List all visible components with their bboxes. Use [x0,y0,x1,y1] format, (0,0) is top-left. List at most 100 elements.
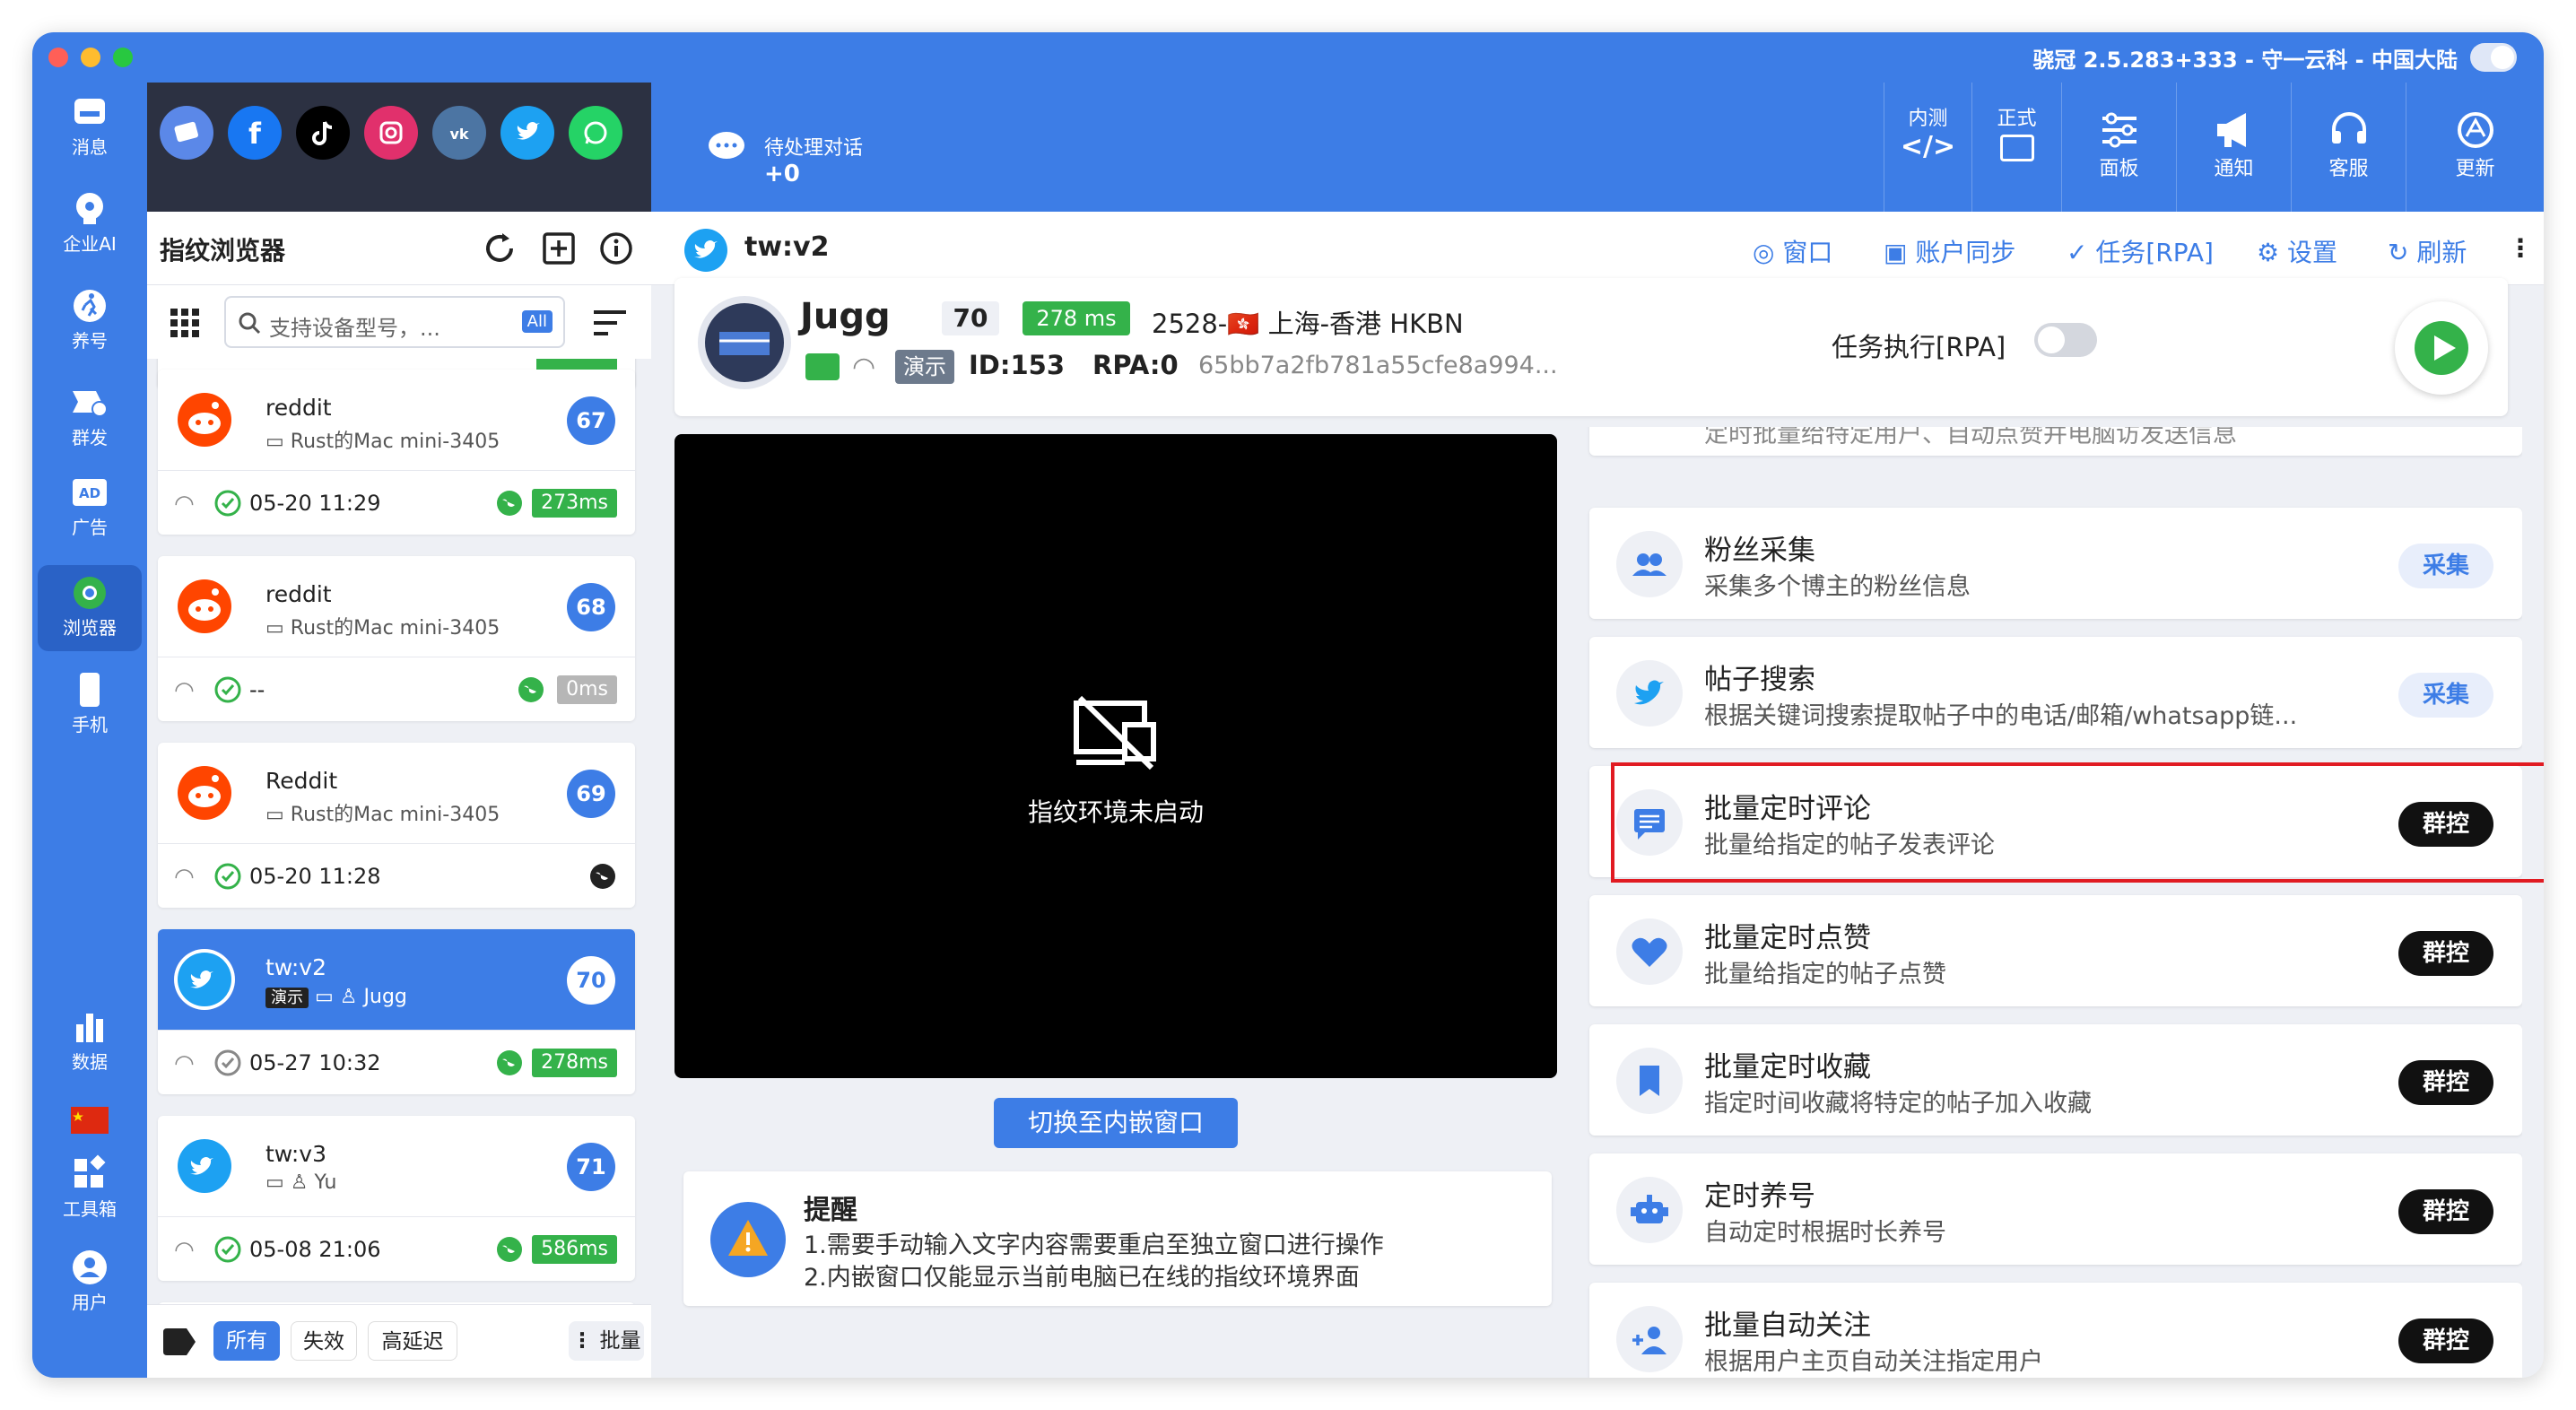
wifi-icon: ◠ [174,1050,195,1077]
facebook-icon[interactable]: f [228,106,282,160]
refresh-link[interactable]: ↻ 刷新 [2388,233,2467,269]
maximize-window-button[interactable] [113,48,133,67]
feature-action-button[interactable]: 采集 [2398,673,2493,718]
code-icon: </> [1900,131,1956,162]
filter-invalid-button[interactable]: 失效 [291,1321,357,1361]
profile-name: reddit [265,395,332,421]
refresh-icon[interactable] [481,230,518,267]
feature-action-button[interactable]: 群控 [2398,1189,2493,1234]
more-vertical-icon: ⋮ [571,1329,600,1353]
profile-card-item[interactable]: reddit ▭ Rust的Mac mini-3405 68 ◠ -- 0ms [158,556,635,721]
feature-item-bookmark[interactable]: 批量定时收藏 指定时间收藏将特定的帖子加入收藏 群控 [1589,1024,2522,1136]
window-link[interactable]: ◎ 窗口 [1753,233,1832,269]
sort-icon[interactable] [592,309,628,341]
nav-item-browser[interactable]: 浏览器 [38,565,142,651]
multi-app-icon[interactable] [160,106,213,160]
rpa-task-link[interactable]: ✓ 任务[RPA] [2067,233,2214,269]
feature-title: 批量自动关注 [1704,1310,1871,1342]
feature-action-button[interactable]: 群控 [2398,931,2493,976]
feature-action-button[interactable]: 群控 [2398,1060,2493,1105]
panel-button[interactable]: 面板 [2061,83,2176,212]
profile-card-item[interactable]: tw:v3 ▭ ♙ Yu 71 ◠ 05-08 21:06 586ms [158,1116,635,1281]
switch-embedded-button[interactable]: 切换至内嵌窗口 [994,1098,1238,1148]
profile-id: ID:153 [969,350,1065,380]
more-vertical-icon[interactable]: ⋮ [2508,233,2533,263]
nav-item-phone[interactable]: 手机 [38,662,142,748]
heart-icon [1616,918,1683,985]
account-sync-link[interactable]: ▣ 账户同步 [1884,233,2015,269]
nav-item-data[interactable]: 数据 [38,999,142,1085]
wifi-icon: ◠ [174,491,195,518]
profile-card-item[interactable]: tw:v2 演示 ▭ ♙ Jugg 70 ◠ 05-27 10:32 278ms [158,929,635,1094]
laptop-icon: ▭ [315,986,334,1008]
warning-icon [710,1202,786,1281]
label-tag-icon[interactable] [161,1327,197,1361]
search-input[interactable]: 支持设备型号，... All [224,296,565,348]
support-button[interactable]: 客服 [2291,83,2406,212]
grid-view-icon[interactable] [169,307,201,343]
feature-item-robot[interactable]: 定时养号 自动定时根据时长养号 群控 [1589,1153,2522,1265]
update-icon [2453,108,2498,152]
twitter-icon[interactable] [500,106,554,160]
start-button[interactable] [2395,301,2488,395]
nav-item-toolbox[interactable]: 工具箱 [38,1146,142,1232]
batch-button[interactable]: ⋮ 批量 [569,1321,644,1361]
whatsapp-icon[interactable] [569,106,622,160]
close-window-button[interactable] [48,48,68,67]
notify-button[interactable]: 通知 [2176,83,2291,212]
svg-text:f: f [248,117,262,149]
profile-device: ▭ ♙ Yu [265,1171,336,1194]
search-scope-badge[interactable]: All [521,310,553,333]
filter-all-button[interactable]: 所有 [213,1321,280,1361]
feature-action-button[interactable]: 采集 [2398,544,2493,588]
nav-item-region[interactable] [38,1092,142,1146]
latency-badge: 278 ms [1023,301,1130,335]
nav-item-nurture[interactable]: 养号 [38,278,142,364]
tiktok-icon[interactable] [296,106,350,160]
card-header: reddit ▭ Rust的Mac mini-3405 67 [158,370,635,470]
theme-toggle[interactable] [2470,43,2517,72]
release-button[interactable]: 正式 [1971,83,2061,212]
nav-label: 数据 [72,1051,108,1073]
beta-button[interactable]: 内测 </> [1884,83,1971,212]
wifi-icon: ◠ [174,677,195,704]
screen-message: 指纹环境未启动 [1027,797,1204,827]
nav-item-ads[interactable]: AD 广告 [38,465,142,551]
feature-item-users[interactable]: 粉丝采集 采集多个博主的粉丝信息 采集 [1589,508,2522,619]
globe-icon [517,675,545,704]
headset-icon [2327,108,2371,152]
feature-item-add-user[interactable]: 批量自动关注 根据用户主页自动关注指定用户 群控 [1589,1283,2522,1378]
card-footer: ◠ 05-20 11:29 273ms [158,470,635,535]
minimize-window-button[interactable] [81,48,100,67]
latency-badge: 586ms [532,1235,617,1264]
rpa-execution-toggle[interactable] [2034,323,2097,357]
nav-item-broadcast[interactable]: 群发 [38,375,142,461]
feature-action-button[interactable]: 群控 [2398,1319,2493,1363]
left-nav: 消息 企业AI 养号 群发 AD 广告 浏览器 手机 数据 工具箱 用户 [32,83,147,1378]
last-active-date: 05-20 11:28 [249,864,381,889]
settings-link[interactable]: ⚙ 设置 [2257,233,2337,269]
profile-card-item[interactable]: reddit ▭ Rust的Mac mini-3405 67 ◠ 05-20 1… [158,370,635,535]
feature-item[interactable]: 定时批量给特定用户、自动点赞并电脑访发送信息 [1589,427,2522,456]
card-footer: ◠ 05-27 10:32 278ms [158,1030,635,1094]
robot-icon [1616,1177,1683,1243]
feature-item-heart[interactable]: 批量定时点赞 批量给指定的帖子点赞 群控 [1589,895,2522,1006]
filter-latency-button[interactable]: 高延迟 [368,1321,457,1361]
globe-icon [495,1235,524,1264]
nav-item-ai[interactable]: 企业AI [38,181,142,267]
profile-card-item[interactable]: Reddit ▭ Rust的Mac mini-3405 69 ◠ 05-20 1… [158,743,635,908]
nav-label: 消息 [72,136,108,158]
info-icon[interactable] [597,230,635,267]
update-button[interactable]: 更新 [2406,83,2544,212]
vk-icon[interactable]: vk [432,106,486,160]
nav-label: 企业AI [63,233,117,255]
feature-desc: 根据用户主页自动关注指定用户 [1704,1348,2043,1376]
user-icon [69,1247,110,1288]
nav-item-messages[interactable]: 消息 [38,84,142,170]
feature-item-twitter-bird[interactable]: 帖子搜索 根据关键词搜索提取帖子中的电话/邮箱/whatsapp链... 采集 [1589,637,2522,748]
pending-chats[interactable]: 待处理对话 +0 [764,136,863,187]
reddit-avatar-icon [174,576,235,637]
nav-item-user[interactable]: 用户 [38,1240,142,1326]
instagram-icon[interactable] [364,106,418,160]
add-profile-icon[interactable] [540,230,578,267]
